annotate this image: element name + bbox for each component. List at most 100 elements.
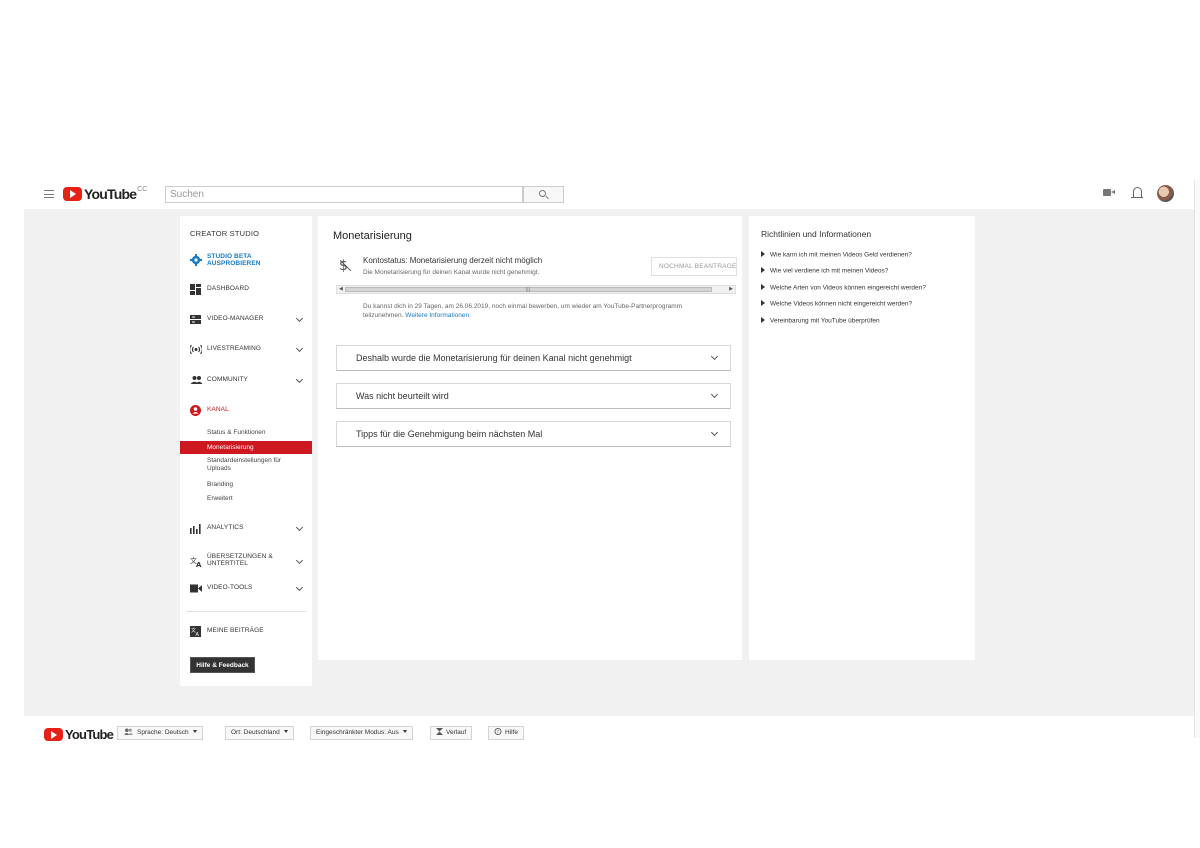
notifications-bell-icon[interactable] [1131,187,1143,198]
footer-logo-text: YouTube [65,727,114,742]
triangle-right-icon [761,267,765,273]
accordion-label: Was nicht beurteilt wird [356,391,449,401]
youtube-logo[interactable]: YouTube CC [63,186,147,202]
chevron-down-icon[interactable] [295,583,304,592]
sidebar-item-video-manager[interactable]: VIDEO-MANAGER [180,312,312,328]
sidebar-item-livestreaming[interactable]: LIVESTREAMING [180,342,312,358]
location-label: Ort: Deutschland [231,729,280,736]
logo-suffix: CC [137,186,148,193]
search-input[interactable]: Suchen [165,186,523,203]
triangle-right-icon [761,317,765,323]
reapply-button[interactable]: NOCHMAL BEANTRAGEN [651,257,737,276]
sidebar-item-label: KANAL [207,406,229,413]
channel-icon [190,405,201,416]
caret-down-icon [402,730,407,733]
chevron-down-icon[interactable] [295,314,304,323]
sidebar-item-label: VIDEO-MANAGER [207,315,264,322]
sidebar-item-translations[interactable]: 文 A ÜBERSETZUNGEN & UNTERTITEL [180,552,312,572]
sidebar-item-label: COMMUNITY [207,376,248,383]
sidebar-item-label: LIVESTREAMING [207,345,262,352]
monetization-panel: Monetarisierung $ Kontostatus: Monetaris… [318,216,742,660]
guideline-link[interactable]: Vereinbarung mit YouTube überprüfen [761,317,880,325]
chevron-down-icon [710,352,719,361]
search-icon [539,190,546,197]
hourglass-icon [436,728,443,735]
reapply-info: Du kannst dich in 29 Tagen, am 26.06.201… [363,302,703,320]
sidebar-item-video-tools[interactable]: VIDEO-TOOLS [180,581,312,597]
triangle-right-icon [761,284,765,290]
location-selector[interactable]: Ort: Deutschland [225,726,294,740]
page-scrollbar[interactable] [1194,180,1200,738]
sidebar-subitem-status[interactable]: Status & Funktionen [180,429,312,437]
sidebar-subitem-monetarisierung[interactable]: Monetarisierung [180,441,312,454]
youtube-play-icon [63,187,82,201]
help-label: Hilfe [505,729,519,736]
chevron-down-icon [710,428,719,437]
guideline-link[interactable]: Wie kann ich mit meinen Videos Geld verd… [761,251,912,259]
chevron-down-icon[interactable] [295,375,304,384]
account-status-title: Kontostatus: Monetarisierung derzeit nic… [363,256,543,265]
dollar-off-icon: $ [339,258,351,274]
chevron-down-icon[interactable] [295,523,304,532]
scroll-left-icon[interactable]: ◀ [339,287,343,292]
scrollbar-grip-icon: ||| [526,287,530,293]
chevron-down-icon[interactable] [295,556,304,565]
sidebar-item-label: ÜBERSETZUNGEN & UNTERTITEL [207,553,273,567]
language-selector[interactable]: Sprache: Deutsch [117,726,203,740]
masthead: YouTube CC Suchen [24,180,1194,209]
guidelines-title: Richtlinien und Informationen [761,229,872,239]
sidebar-subitem-advanced[interactable]: Erweitert [180,495,312,503]
sidebar-item-community[interactable]: COMMUNITY [180,373,312,389]
sidebar-item-dashboard[interactable]: DASHBOARD [180,282,312,298]
search-button[interactable] [523,186,564,203]
help-button[interactable]: ? Hilfe [488,726,525,740]
guidelines-panel: Richtlinien und Informationen Wie kann i… [749,216,975,660]
sidebar-item-studio-beta[interactable]: STUDIO BETA AUSPROBIEREN [180,252,312,270]
guideline-link[interactable]: Welche Arten von Videos können eingereic… [761,284,926,292]
sidebar-item-label: VIDEO-TOOLS [207,584,253,591]
livestream-icon [190,344,202,355]
youtube-play-icon [44,728,63,741]
menu-icon[interactable] [44,190,54,198]
analytics-icon [190,524,201,534]
sidebar-item-label: DASHBOARD [207,285,250,292]
accordion-tips[interactable]: Tipps für die Genehmigung beim nächsten … [336,421,731,447]
guideline-link[interactable]: Wie viel verdiene ich mit meinen Videos? [761,267,888,275]
sidebar-item-label: AUSPROBIEREN [207,260,261,267]
sidebar-subitem-upload-defaults[interactable]: Standardeinstellungen für Uploads [180,457,290,473]
sidebar-item-analytics[interactable]: ANALYTICS [180,521,312,537]
more-info-link[interactable]: Weitere Informationen [405,312,469,319]
footer-youtube-logo[interactable]: YouTube [44,727,114,742]
help-feedback-button[interactable]: Hilfe & Feedback [190,657,255,673]
contributions-icon: 文 A [190,626,201,637]
sidebar-item-kanal[interactable]: KANAL [180,403,312,419]
video-manager-icon [190,315,201,324]
logo-text: YouTube [84,186,137,202]
svg-text:A: A [196,561,202,567]
avatar[interactable] [1157,185,1174,202]
community-icon [190,376,203,384]
scroll-right-icon[interactable]: ▶ [729,287,733,292]
accordion-label: Tipps für die Genehmigung beim nächsten … [356,429,543,439]
accordion-label: Deshalb wurde die Monetarisierung für de… [356,353,632,363]
accordion-reasons[interactable]: Deshalb wurde die Monetarisierung für de… [336,345,731,371]
creator-studio-sidebar: CREATOR STUDIO STUDIO BETA AUSPROBIEREN … [180,216,312,686]
sidebar-title: CREATOR STUDIO [190,229,260,238]
dashboard-icon [190,284,201,295]
horizontal-scrollbar[interactable]: ◀ ||| ▶ [336,285,736,294]
restricted-mode-selector[interactable]: Eingeschränkter Modus: Aus [310,726,413,740]
caret-down-icon [283,730,288,733]
guideline-link[interactable]: Welche Videos können nicht eingereicht w… [761,300,912,308]
sidebar-item-label: ANALYTICS [207,524,244,531]
sidebar-item-my-contributions[interactable]: 文 A MEINE BEITRÄGE [180,624,312,640]
video-tools-icon [190,584,202,593]
sidebar-subitem-branding[interactable]: Branding [180,481,312,489]
history-button[interactable]: Verlauf [430,726,473,740]
caret-down-icon [192,730,197,733]
chevron-down-icon[interactable] [295,344,304,353]
account-status-subtitle: Die Monetarisierung für deinen Kanal wur… [363,269,540,276]
upload-video-icon[interactable] [1103,189,1115,196]
accordion-not-reviewed[interactable]: Was nicht beurteilt wird [336,383,731,409]
history-label: Verlauf [446,729,467,736]
scrollbar-thumb[interactable]: ||| [345,287,712,293]
